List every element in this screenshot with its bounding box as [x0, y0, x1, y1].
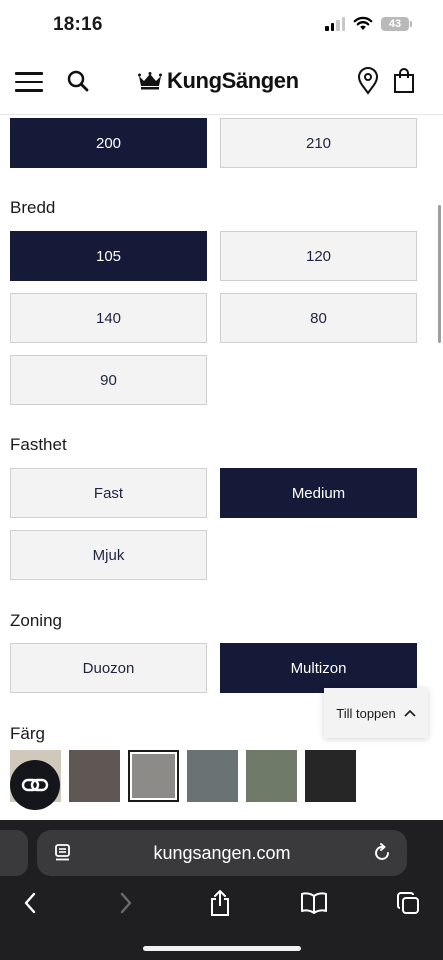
chevron-left-icon	[24, 892, 36, 914]
option-zoning-0[interactable]: Duozon	[10, 643, 207, 693]
menu-icon[interactable]	[15, 72, 43, 92]
color-swatch-1[interactable]	[69, 750, 120, 802]
option-length-1[interactable]: 210	[220, 118, 417, 168]
option-firmness-1[interactable]: Medium	[220, 468, 417, 518]
status-icons: 43	[325, 16, 412, 31]
color-swatch-2[interactable]	[128, 750, 179, 802]
option-label: Duozon	[82, 659, 135, 677]
color-swatch-3[interactable]	[187, 750, 238, 802]
logo-text: KungSängen	[167, 68, 299, 93]
site-header: KungSängen	[0, 52, 443, 115]
url-text: kungsangen.com	[153, 843, 291, 863]
search-icon[interactable]	[66, 69, 90, 93]
location-pin-icon[interactable]	[357, 67, 379, 95]
option-width-1[interactable]: 120	[220, 231, 417, 281]
option-label: Multizon	[290, 659, 347, 677]
option-label: 140	[95, 309, 122, 327]
option-firmness-0[interactable]: Fast	[10, 468, 207, 518]
swatch-fill	[246, 750, 297, 802]
crown-icon	[138, 72, 162, 90]
share-button[interactable]	[205, 888, 235, 918]
status-time: 18:16	[53, 14, 103, 35]
reload-icon[interactable]	[372, 843, 392, 863]
swatch-fill	[305, 750, 356, 802]
option-label: Medium	[291, 484, 346, 502]
color-swatch-4[interactable]	[246, 750, 297, 802]
option-zoning-1[interactable]: Multizon	[220, 643, 417, 693]
width-label: Bredd	[10, 198, 56, 217]
chevron-right-icon	[120, 892, 132, 914]
browser-toolbar: kungsangen.com	[0, 820, 443, 960]
status-bar: 18:16 43	[0, 0, 443, 52]
home-indicator[interactable]	[143, 946, 301, 951]
cellular-signal-icon	[325, 16, 345, 31]
option-label: 90	[100, 371, 117, 389]
option-label: Fast	[93, 484, 124, 502]
back-button[interactable]	[15, 888, 45, 918]
color-swatch-5[interactable]	[305, 750, 356, 802]
site-logo[interactable]: KungSängen	[138, 68, 299, 94]
book-icon	[301, 892, 327, 914]
share-icon	[211, 890, 229, 916]
option-label: 210	[305, 134, 332, 152]
option-width-3[interactable]: 80	[220, 293, 417, 343]
firmness-label: Fasthet	[10, 435, 67, 454]
tabs-icon	[397, 892, 419, 914]
address-bar[interactable]: kungsangen.com	[37, 830, 407, 876]
option-label: Mjuk	[92, 546, 125, 564]
swatch-fill	[69, 750, 120, 802]
shopping-bag-icon[interactable]	[393, 68, 415, 94]
option-width-4[interactable]: 90	[10, 355, 207, 405]
back-to-top-button[interactable]: Till toppen	[324, 688, 428, 738]
color-label: Färg	[10, 724, 45, 743]
back-to-top-label: Till toppen	[336, 705, 396, 721]
option-label: 120	[305, 247, 332, 265]
option-width-2[interactable]: 140	[10, 293, 207, 343]
option-label: 200	[95, 134, 122, 152]
battery-icon: 43	[381, 16, 412, 31]
option-width-0[interactable]: 105	[10, 231, 207, 281]
previous-tab[interactable]	[0, 830, 28, 876]
forward-button[interactable]	[111, 888, 141, 918]
option-firmness-2[interactable]: Mjuk	[10, 530, 207, 580]
option-length-0[interactable]: 200	[10, 118, 207, 168]
chat-button[interactable]	[10, 760, 60, 810]
chat-icon	[21, 778, 49, 792]
chevron-up-icon	[404, 709, 416, 717]
page-scrollbar[interactable]	[438, 205, 441, 343]
battery-level: 43	[388, 17, 402, 30]
zoning-label: Zoning	[10, 611, 62, 630]
swatch-fill	[187, 750, 238, 802]
option-label: 80	[310, 309, 327, 327]
option-label: 105	[95, 247, 122, 265]
bookmarks-button[interactable]	[299, 888, 329, 918]
wifi-icon	[353, 16, 373, 30]
tabs-button[interactable]	[393, 888, 423, 918]
swatch-fill	[132, 754, 175, 798]
